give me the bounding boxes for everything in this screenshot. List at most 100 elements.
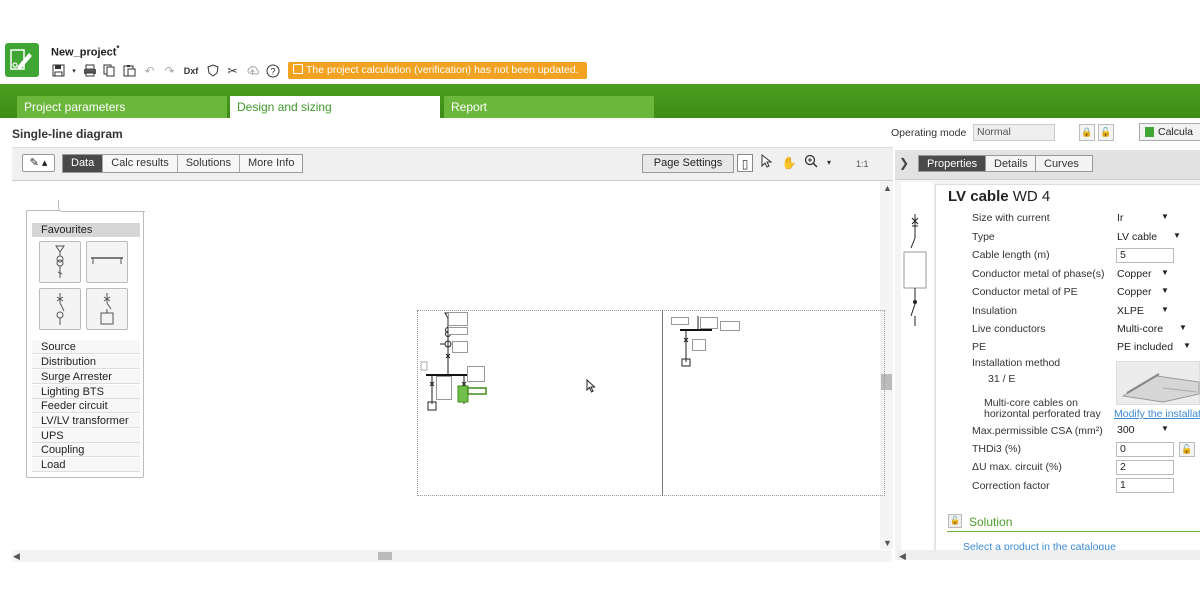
copy-icon[interactable] [101, 62, 118, 79]
busbar-icon [91, 257, 123, 264]
cable-length-input[interactable]: 5 [1116, 248, 1174, 263]
panel-horizontal-scrollbar[interactable] [897, 550, 1200, 560]
palette-category-lighting-bts[interactable]: Lighting BTS [32, 385, 140, 399]
prop-label-live-conductors: Live conductors [972, 323, 1046, 335]
zoom-dropdown-icon[interactable]: ▾ [825, 154, 833, 172]
tab-more-info[interactable]: More Info [239, 155, 303, 172]
prop-label-cable-length: Cable length (m) [972, 249, 1050, 261]
palette-category-lv-lv-transformer[interactable]: LV/LV transformer [32, 414, 140, 428]
installation-description-line2: horizontal perforated tray [984, 408, 1101, 420]
pan-hand-icon[interactable]: ✋ [781, 154, 797, 172]
correction-factor-input[interactable]: 1 [1116, 478, 1174, 493]
prop-label-size-with-current: Size with current [972, 212, 1050, 224]
chevron-down-icon: ▼ [1183, 341, 1191, 350]
mouse-cursor-icon [586, 379, 596, 393]
sld-label-busbar-2 [720, 321, 740, 331]
lock-icon[interactable]: 🔒 [1079, 124, 1095, 141]
load-circuit-icon [100, 293, 114, 325]
prop-label-max-csa: Max.permissible CSA (mm²) [972, 425, 1103, 437]
tab-data[interactable]: Data [63, 155, 104, 172]
sld-label-source [448, 312, 468, 326]
zoom-icon[interactable] [803, 154, 819, 172]
palette-category-feeder-circuit[interactable]: Feeder circuit [32, 399, 140, 413]
delta-u-input[interactable]: 2 [1116, 460, 1174, 475]
tab-solutions[interactable]: Solutions [177, 155, 240, 172]
pointer-icon[interactable] [759, 153, 775, 172]
palette-category-surge-arrester[interactable]: Surge Arrester [32, 370, 140, 384]
canvas-horizontal-scroll-thumb[interactable] [378, 552, 392, 560]
prop-select-conductor-pe[interactable]: Copper ▼ [1117, 286, 1169, 298]
shield-icon[interactable] [204, 62, 221, 79]
prop-select-live-conductors[interactable]: Multi-core ▼ [1117, 323, 1187, 335]
solution-title[interactable]: Solution [969, 515, 1012, 529]
help-icon[interactable]: ? [264, 62, 281, 79]
prop-select-type[interactable]: LV cable ▼ [1117, 231, 1181, 243]
logo-icon [10, 49, 32, 70]
palette-category-coupling[interactable]: Coupling [32, 443, 140, 457]
favourites-header: Favourites [32, 223, 140, 237]
upload-icon[interactable] [244, 62, 261, 79]
prop-select-conductor-phase[interactable]: Copper ▼ [1117, 268, 1169, 280]
installation-method-code: 31 / E [988, 373, 1016, 385]
calculate-button[interactable]: Calcula [1139, 123, 1200, 141]
tab-calc-results[interactable]: Calc results [103, 155, 178, 172]
project-name: New_project* [51, 44, 120, 59]
calculation-warning-banner[interactable]: The project calculation (verification) h… [288, 62, 587, 79]
tab-project-parameters[interactable]: Project parameters [17, 96, 227, 118]
installation-method-image[interactable] [1116, 361, 1200, 405]
solution-lock-icon[interactable]: 🔓 [948, 514, 962, 528]
page-view-icon[interactable]: ▯ [737, 154, 753, 172]
prop-select-size-with-current[interactable]: Ir ▼ [1117, 212, 1169, 224]
save-icon[interactable] [50, 62, 67, 79]
palette-category-ups[interactable]: UPS [32, 429, 140, 443]
tab-details[interactable]: Details [985, 155, 1037, 172]
cable-tray-illustration [1121, 373, 1200, 403]
palette-category-load[interactable]: Load [32, 458, 140, 472]
prop-select-max-csa[interactable]: 300 ▼ [1117, 424, 1169, 436]
installation-method-label: Installation method [972, 357, 1061, 369]
scroll-up-icon[interactable]: ▲ [883, 183, 892, 193]
chevron-down-icon: ▼ [1173, 231, 1181, 240]
tab-design-and-sizing[interactable]: Design and sizing [230, 96, 440, 118]
svg-text:?: ? [270, 66, 275, 76]
tab-curves[interactable]: Curves [1035, 155, 1093, 172]
operating-mode-label: Operating mode [891, 127, 967, 139]
thdi3-lock-icon[interactable]: 🔓 [1179, 442, 1195, 457]
save-dropdown-icon[interactable]: ▾ [70, 62, 78, 79]
operating-mode-select[interactable]: Normal [973, 124, 1055, 141]
undo-icon[interactable]: ↶ [141, 62, 158, 79]
panel-collapse-icon[interactable]: ❯ [899, 156, 909, 170]
prop-label-pe: PE [972, 341, 987, 353]
edit-mode-button[interactable]: ✎ ▴ [22, 154, 55, 172]
panel-scroll-left-icon[interactable]: ◀ [899, 551, 906, 562]
favourite-feeder[interactable] [39, 288, 81, 330]
palette-category-source[interactable]: Source [32, 340, 140, 354]
palette-category-distribution[interactable]: Distribution [32, 355, 140, 369]
prop-label-insulation: Insulation [972, 305, 1017, 317]
canvas-horizontal-scrollbar[interactable] [12, 550, 892, 562]
prop-select-pe[interactable]: PE included ▼ [1117, 341, 1191, 353]
print-icon[interactable] [81, 62, 98, 79]
zoom-ratio[interactable]: 1:1 [856, 159, 869, 169]
modify-installation-link[interactable]: Modify the installati [1114, 408, 1200, 420]
sld-label-outgoing [692, 339, 706, 351]
favourite-busbar[interactable] [86, 241, 128, 283]
redo-icon[interactable]: ↷ [161, 62, 178, 79]
tab-report[interactable]: Report [444, 96, 654, 118]
chevron-down-icon: ▼ [1161, 286, 1169, 295]
tools-icon[interactable]: ✂ [224, 62, 241, 79]
favourite-source-transformer[interactable] [39, 241, 81, 283]
palette-tab [58, 200, 145, 212]
paste-icon[interactable] [121, 62, 138, 79]
cable-symbol-icon [903, 214, 927, 326]
scroll-down-icon[interactable]: ▼ [883, 538, 892, 548]
thdi3-input[interactable]: 0 [1116, 442, 1174, 457]
unlock-icon[interactable]: 🔓 [1098, 124, 1114, 141]
prop-select-insulation[interactable]: XLPE ▼ [1117, 305, 1169, 317]
dxf-icon[interactable]: Dxf [181, 62, 201, 79]
scroll-left-icon[interactable]: ◀ [13, 551, 20, 562]
favourite-load[interactable] [86, 288, 128, 330]
calculator-icon [1145, 127, 1154, 137]
tab-properties[interactable]: Properties [918, 155, 987, 172]
page-settings-button[interactable]: Page Settings [642, 154, 734, 173]
